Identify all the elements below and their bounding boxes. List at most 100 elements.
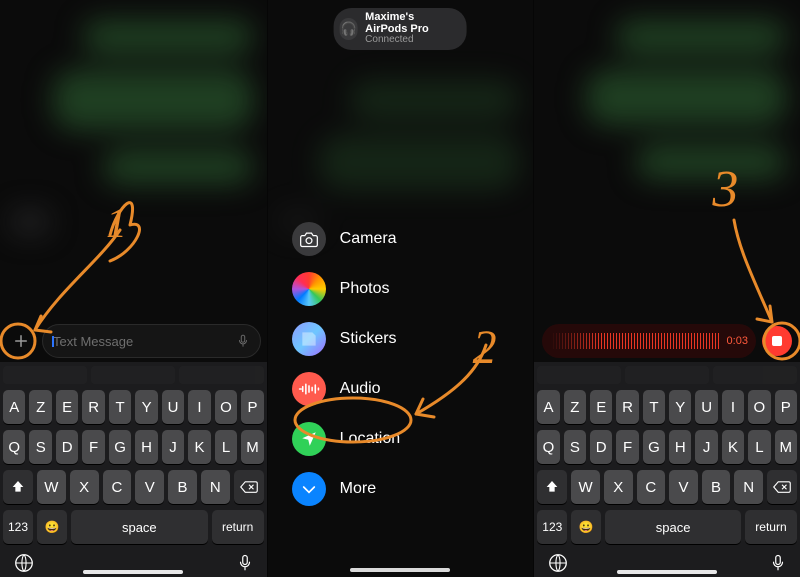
key-letter[interactable]: N — [201, 470, 230, 504]
key-letter[interactable]: N — [734, 470, 763, 504]
key-letter[interactable]: L — [748, 430, 770, 464]
stop-recording-button[interactable] — [762, 326, 792, 356]
mic-icon[interactable] — [769, 552, 787, 574]
recording-waveform — [550, 333, 720, 349]
key-letter[interactable]: A — [537, 390, 559, 424]
key-letter[interactable]: V — [669, 470, 698, 504]
menu-item-photos[interactable]: Photos — [292, 271, 510, 307]
key-return[interactable]: return — [212, 510, 264, 544]
key-letter[interactable]: W — [571, 470, 600, 504]
key-letter[interactable]: M — [775, 430, 797, 464]
key-letter[interactable]: H — [669, 430, 691, 464]
key-return[interactable]: return — [745, 510, 797, 544]
key-letter[interactable]: O — [748, 390, 770, 424]
key-letter[interactable]: K — [188, 430, 210, 464]
mic-icon[interactable] — [236, 552, 254, 574]
key-letter[interactable]: X — [70, 470, 99, 504]
key-letter[interactable]: X — [604, 470, 633, 504]
menu-item-more[interactable]: More — [292, 471, 510, 507]
key-letter[interactable]: G — [643, 430, 665, 464]
key-letter[interactable]: C — [637, 470, 666, 504]
key-letter[interactable]: P — [775, 390, 797, 424]
key-letter[interactable]: Q — [3, 430, 25, 464]
key-letter[interactable]: E — [590, 390, 612, 424]
key-letter[interactable]: J — [695, 430, 717, 464]
airpods-title: Maxime's AirPods Pro — [365, 12, 455, 35]
key-backspace[interactable] — [767, 470, 797, 504]
home-indicator[interactable] — [617, 570, 717, 574]
key-letter[interactable]: S — [29, 430, 51, 464]
keyboard-suggestion-bar[interactable] — [537, 366, 797, 384]
message-input[interactable]: Text Message — [42, 324, 261, 358]
key-letter[interactable]: V — [135, 470, 164, 504]
compose-row: Text Message — [0, 320, 267, 362]
key-letter[interactable]: B — [702, 470, 731, 504]
dictation-mic-icon[interactable] — [236, 332, 250, 350]
key-letter[interactable]: T — [643, 390, 665, 424]
key-letter[interactable]: D — [56, 430, 78, 464]
key-letter[interactable]: K — [722, 430, 744, 464]
key-emoji[interactable]: 😀 — [37, 510, 67, 544]
key-letter[interactable]: M — [241, 430, 263, 464]
keyboard-row-4: 123 😀 space return — [3, 510, 264, 544]
key-numbers[interactable]: 123 — [3, 510, 33, 544]
keyboard[interactable]: A Z E R T Y U I O P Q S D F G H J K L — [0, 362, 267, 577]
key-letter[interactable]: U — [695, 390, 717, 424]
key-letter[interactable]: Q — [537, 430, 559, 464]
audio-icon — [292, 372, 326, 406]
key-backspace[interactable] — [234, 470, 264, 504]
menu-label: Location — [340, 430, 401, 448]
key-letter[interactable]: G — [109, 430, 131, 464]
stickers-icon — [292, 322, 326, 356]
menu-item-camera[interactable]: Camera — [292, 221, 510, 257]
keyboard[interactable]: A Z E R T Y U I O P Q S D F G H J K L — [534, 362, 800, 577]
key-letter[interactable]: Z — [29, 390, 51, 424]
key-letter[interactable]: R — [616, 390, 638, 424]
key-space[interactable]: space — [71, 510, 208, 544]
key-letter[interactable]: C — [103, 470, 132, 504]
key-letter[interactable]: Y — [135, 390, 157, 424]
key-letter[interactable]: S — [564, 430, 586, 464]
menu-label: Photos — [340, 280, 390, 298]
key-space[interactable]: space — [605, 510, 741, 544]
key-shift[interactable] — [3, 470, 33, 504]
globe-icon[interactable] — [547, 552, 569, 574]
key-letter[interactable]: W — [37, 470, 66, 504]
key-numbers[interactable]: 123 — [537, 510, 567, 544]
key-letter[interactable]: F — [616, 430, 638, 464]
home-indicator[interactable] — [350, 568, 450, 572]
key-letter[interactable]: U — [162, 390, 184, 424]
menu-item-location[interactable]: Location — [292, 421, 510, 457]
menu-item-audio[interactable]: Audio — [292, 371, 510, 407]
key-letter[interactable]: T — [109, 390, 131, 424]
menu-item-stickers[interactable]: Stickers — [292, 321, 510, 357]
key-letter[interactable]: A — [3, 390, 25, 424]
key-letter[interactable]: P — [241, 390, 263, 424]
airpods-status: Connected — [365, 35, 455, 46]
key-letter[interactable]: H — [135, 430, 157, 464]
key-letter[interactable]: I — [188, 390, 210, 424]
home-indicator[interactable] — [83, 570, 183, 574]
panel-step-1: Text Message A Z E R T Y U I O P Q — [0, 0, 267, 577]
key-letter[interactable]: B — [168, 470, 197, 504]
key-letter[interactable]: I — [722, 390, 744, 424]
key-letter[interactable]: O — [215, 390, 237, 424]
key-shift[interactable] — [537, 470, 567, 504]
attach-plus-button[interactable] — [6, 326, 36, 356]
key-letter[interactable]: Z — [564, 390, 586, 424]
key-letter[interactable]: L — [215, 430, 237, 464]
menu-label: Stickers — [340, 330, 397, 348]
recording-pill: 0:03 — [542, 324, 756, 358]
keyboard-suggestion-bar[interactable] — [3, 366, 264, 384]
key-emoji[interactable]: 😀 — [571, 510, 601, 544]
airpods-connected-pill[interactable]: 🎧 Maxime's AirPods Pro Connected — [334, 8, 467, 50]
key-letter[interactable]: R — [82, 390, 104, 424]
key-letter[interactable]: D — [590, 430, 612, 464]
message-placeholder: Text Message — [53, 334, 230, 349]
key-letter[interactable]: J — [162, 430, 184, 464]
key-letter[interactable]: F — [82, 430, 104, 464]
key-letter[interactable]: E — [56, 390, 78, 424]
key-letter[interactable]: Y — [669, 390, 691, 424]
globe-icon[interactable] — [13, 552, 35, 574]
airpods-icon: 🎧 — [340, 18, 357, 40]
